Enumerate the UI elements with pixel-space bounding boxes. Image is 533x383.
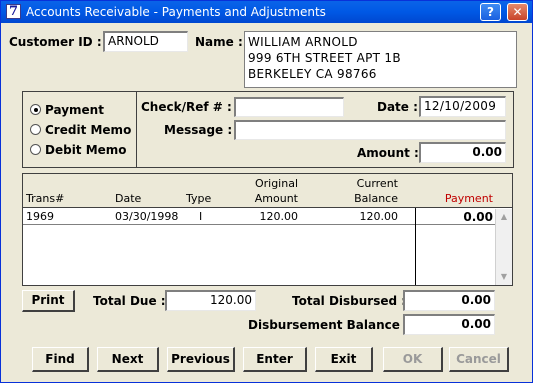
enter-button[interactable]: Enter — [243, 347, 307, 372]
print-button[interactable]: Print — [22, 290, 75, 312]
payment-column-divider — [415, 208, 416, 285]
grid-header: Trans# Date Type Original Amount Current… — [23, 174, 512, 208]
title-bar[interactable]: 7 Accounts Receivable - Payments and Adj… — [1, 1, 532, 23]
disbursement-balance-label: Disbursement Balance : — [248, 318, 409, 332]
header-current-top: Current — [356, 177, 398, 190]
disbursement-balance-field: 0.00 — [403, 314, 495, 335]
radio-dot[interactable] — [30, 144, 41, 155]
cell-original: 120.00 — [259, 210, 299, 223]
close-button[interactable]: ✕ — [507, 3, 528, 21]
name-label: Name : — [195, 35, 243, 49]
group-divider — [136, 91, 137, 168]
address-line-1: 999 6TH STREET APT 1B — [248, 51, 401, 65]
radio-credit-memo[interactable]: Credit Memo — [30, 123, 131, 137]
window-title: Accounts Receivable - Payments and Adjus… — [26, 5, 326, 19]
header-current-bottom: Balance — [354, 192, 398, 205]
window: 7 Accounts Receivable - Payments and Adj… — [0, 0, 533, 383]
grid-scrollbar[interactable]: ▲ ▼ — [495, 209, 512, 285]
address-line-2: BERKELEY CA 98766 — [248, 67, 377, 81]
table-row[interactable]: 1969 03/30/1998 I 120.00 120.00 0.00 — [23, 209, 495, 225]
header-original-top: Original — [254, 177, 298, 190]
radio-dot[interactable] — [30, 124, 41, 135]
total-disbursed-label: Total Disbursed : — [292, 294, 407, 308]
header-original-bottom: Amount — [254, 192, 298, 205]
exit-button[interactable]: Exit — [315, 347, 373, 372]
radio-debit-memo-label: Debit Memo — [45, 143, 127, 157]
cell-date: 03/30/1998 — [115, 210, 179, 223]
customer-id-field[interactable]: ARNOLD — [103, 31, 188, 52]
check-ref-label: Check/Ref # : — [141, 100, 232, 114]
cell-balance: 120.00 — [359, 210, 399, 223]
customer-name: WILLIAM ARNOLD — [248, 35, 358, 49]
help-button[interactable]: ? — [480, 3, 501, 21]
radio-dot-selected[interactable] — [30, 104, 41, 115]
radio-payment-label: Payment — [45, 103, 104, 117]
message-field[interactable] — [234, 120, 506, 140]
app-icon[interactable]: 7 — [6, 4, 21, 19]
cancel-button[interactable]: Cancel — [449, 347, 509, 372]
amount-field[interactable]: 0.00 — [419, 142, 506, 163]
amount-label: Amount : — [357, 146, 419, 160]
customer-address-box: WILLIAM ARNOLD 999 6TH STREET APT 1B BER… — [244, 31, 517, 88]
cell-payment[interactable]: 0.00 — [423, 210, 493, 224]
cell-type: I — [199, 210, 203, 223]
total-due-field: 120.00 — [165, 290, 256, 311]
scroll-up-icon[interactable]: ▲ — [498, 211, 510, 223]
total-disbursed-field: 0.00 — [403, 290, 495, 311]
customer-id-label: Customer ID : — [9, 35, 102, 49]
message-label: Message : — [164, 123, 233, 137]
date-field[interactable]: 12/10/2009 — [419, 96, 506, 117]
total-due-label: Total Due : — [93, 294, 166, 308]
scroll-down-icon[interactable]: ▼ — [498, 271, 510, 283]
transactions-grid: Trans# Date Type Original Amount Current… — [22, 173, 513, 286]
radio-debit-memo[interactable]: Debit Memo — [30, 143, 127, 157]
header-trans: Trans# — [26, 192, 65, 205]
header-payment: Payment — [444, 192, 493, 205]
previous-button[interactable]: Previous — [167, 347, 235, 372]
find-button[interactable]: Find — [32, 347, 89, 372]
cell-trans: 1969 — [26, 210, 54, 223]
next-button[interactable]: Next — [97, 347, 159, 372]
radio-credit-memo-label: Credit Memo — [45, 123, 132, 137]
ok-button[interactable]: OK — [383, 347, 443, 372]
date-label: Date : — [377, 100, 418, 114]
header-date: Date — [115, 192, 142, 205]
check-ref-field[interactable] — [234, 97, 344, 117]
radio-payment[interactable]: Payment — [30, 103, 104, 117]
header-type: Type — [186, 192, 212, 205]
